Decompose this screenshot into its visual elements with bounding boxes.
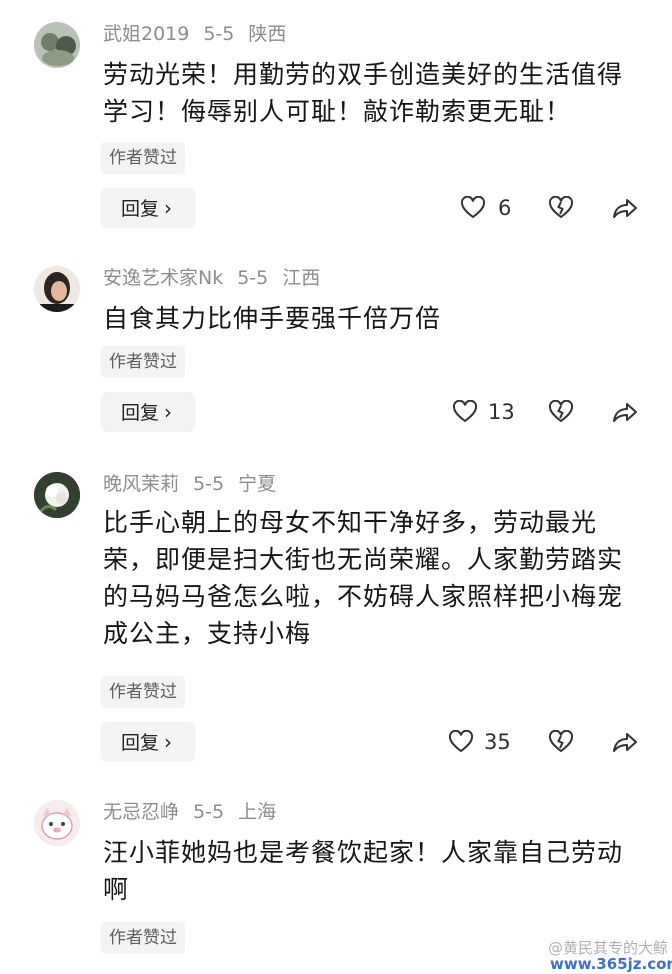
username[interactable]: 武姐2019	[103, 23, 189, 45]
share-arrow-icon	[613, 403, 637, 422]
avatar[interactable]	[34, 22, 80, 68]
reply-button[interactable]: 回复 ›	[101, 188, 195, 228]
like-button[interactable]: 13	[452, 392, 515, 432]
comment-location: 江西	[282, 267, 321, 289]
reply-button[interactable]: 回复 ›	[101, 392, 195, 432]
broken-heart-icon	[548, 730, 574, 753]
watermark: @黄民其专的大鲸 www.365jz.com	[528, 938, 672, 974]
comment-meta: 晚风茉莉 5-5 宁夏	[103, 470, 290, 498]
like-count: 6	[498, 196, 512, 220]
like-count: 35	[484, 730, 511, 754]
share-button[interactable]	[612, 188, 638, 228]
avatar[interactable]	[34, 472, 80, 518]
username[interactable]: 无忌忍峥	[103, 801, 179, 823]
share-arrow-icon	[613, 199, 637, 218]
heart-icon	[460, 196, 486, 219]
like-count: 13	[488, 400, 515, 424]
chevron-right-icon: ›	[164, 400, 173, 424]
chevron-right-icon: ›	[164, 730, 173, 754]
heart-icon	[448, 730, 474, 753]
comment-location: 上海	[238, 801, 277, 823]
author-liked-badge: 作者赞过	[101, 346, 185, 378]
comment-text: 比手心朝上的母女不知干净好多，劳动最光荣，即便是扫大街也无尚荣耀。人家勤劳踏实的…	[103, 508, 624, 648]
dislike-button[interactable]	[548, 722, 574, 762]
share-button[interactable]	[612, 722, 638, 762]
dislike-button[interactable]	[548, 188, 574, 228]
avatar[interactable]	[34, 266, 80, 312]
dislike-button[interactable]	[548, 392, 574, 432]
comment-text: 自食其力比伸手要强千倍万倍	[103, 304, 442, 333]
username[interactable]: 晚风茉莉	[103, 473, 179, 495]
username[interactable]: 安逸艺术家Nk	[103, 267, 223, 289]
reply-label: 回复	[121, 402, 160, 424]
broken-heart-icon	[548, 400, 574, 423]
share-button[interactable]	[612, 392, 638, 432]
comment-text: 劳动光荣！用勤劳的双手创造美好的生活值得学习！侮辱别人可耻！敲诈勒索更无耻！	[103, 60, 624, 126]
author-liked-badge: 作者赞过	[101, 142, 185, 174]
comment-meta: 武姐2019 5-5 陕西	[103, 20, 300, 48]
comment-location: 陕西	[248, 23, 287, 45]
reply-label: 回复	[121, 732, 160, 754]
comment-text: 汪小菲她妈也是考餐饮起家！人家靠自己劳动啊	[103, 838, 624, 904]
share-arrow-icon	[613, 733, 637, 752]
comment-location: 宁夏	[238, 473, 277, 495]
reply-button[interactable]: 回复 ›	[101, 722, 195, 762]
comment-meta: 安逸艺术家Nk 5-5 江西	[103, 264, 334, 292]
like-button[interactable]: 35	[448, 722, 511, 762]
author-liked-badge: 作者赞过	[101, 676, 185, 708]
like-button[interactable]: 6	[460, 188, 511, 228]
reply-label: 回复	[121, 198, 160, 220]
comment-date: 5-5	[237, 267, 269, 289]
comment-date: 5-5	[203, 23, 235, 45]
avatar[interactable]	[34, 800, 80, 846]
comment-date: 5-5	[193, 473, 225, 495]
author-liked-badge: 作者赞过	[101, 922, 185, 954]
broken-heart-icon	[548, 196, 574, 219]
chevron-right-icon: ›	[164, 196, 173, 220]
watermark-site: www.365jz.com	[550, 955, 672, 973]
heart-icon	[452, 400, 478, 423]
comment-date: 5-5	[193, 801, 225, 823]
comment-meta: 无忌忍峥 5-5 上海	[103, 798, 290, 826]
